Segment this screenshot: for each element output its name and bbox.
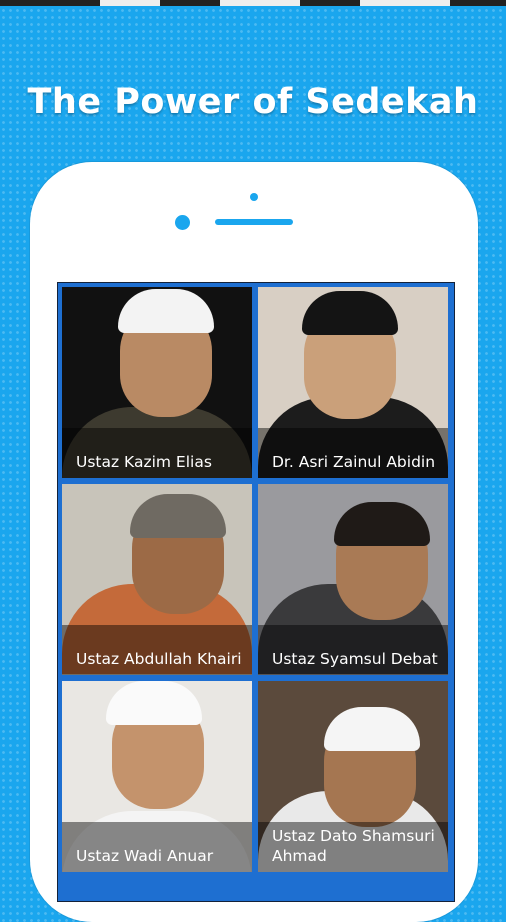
speaker-name: Ustaz Dato Shamsuri Ahmad: [272, 827, 435, 865]
speaker-card-abdullah-khairi[interactable]: Ustaz Abdullah Khairi: [62, 484, 252, 675]
speaker-name: Ustaz Kazim Elias: [76, 453, 212, 471]
speaker-name: Ustaz Abdullah Khairi: [76, 650, 242, 668]
speaker-card-asri-zainul-abidin[interactable]: Dr. Asri Zainul Abidin: [258, 287, 448, 478]
speaker-card-wadi-anuar[interactable]: Ustaz Wadi Anuar: [62, 681, 252, 872]
speaker-card-shamsuri-ahmad[interactable]: Ustaz Dato Shamsuri Ahmad: [258, 681, 448, 872]
front-camera-icon: [175, 215, 190, 230]
earpiece-speaker: [215, 219, 293, 225]
promo-title: The Power of Sedekah: [27, 82, 479, 122]
speaker-name: Ustaz Wadi Anuar: [76, 847, 214, 865]
speaker-grid: Ustaz Kazim Elias Dr. Asri Zainul Abidin…: [62, 287, 450, 872]
app-screen: Ustaz Kazim Elias Dr. Asri Zainul Abidin…: [57, 282, 455, 902]
proximity-sensor: [250, 193, 258, 201]
speaker-name: Ustaz Syamsul Debat: [272, 650, 438, 668]
speaker-card-syamsul-debat[interactable]: Ustaz Syamsul Debat: [258, 484, 448, 675]
top-strip: [0, 0, 506, 6]
speaker-name: Dr. Asri Zainul Abidin: [272, 453, 436, 471]
speaker-card-kazim-elias[interactable]: Ustaz Kazim Elias: [62, 287, 252, 478]
